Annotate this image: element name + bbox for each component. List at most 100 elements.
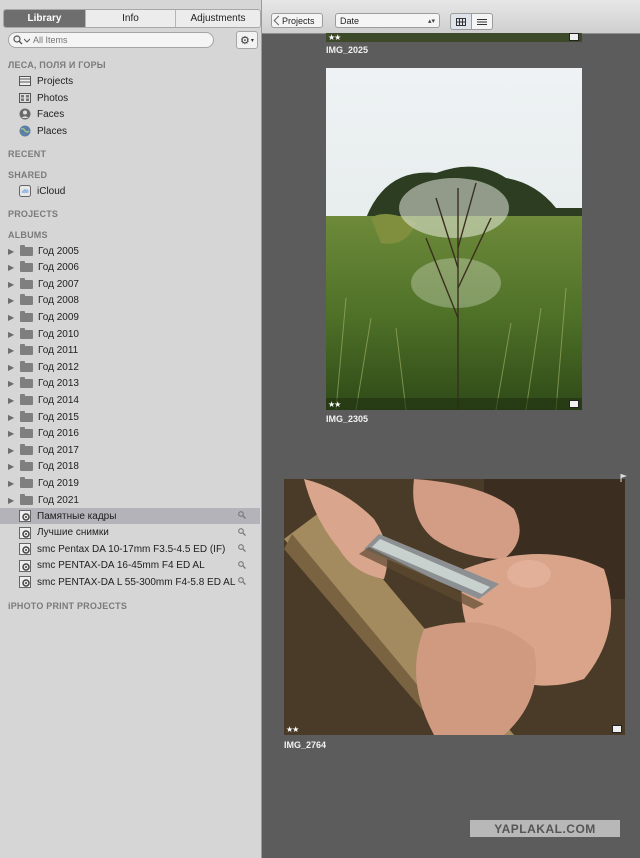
folder-icon (19, 360, 33, 373)
photo-thumbnail[interactable]: ★★ (326, 33, 582, 42)
sidebar-item-smart-album[interactable]: Памятные кадры (0, 508, 260, 524)
grid-view-button[interactable] (450, 13, 472, 30)
action-gear-button[interactable]: ⚙ ▾ (236, 31, 258, 49)
tab-adjustments[interactable]: Adjustments (176, 10, 260, 27)
folder-icon (19, 261, 33, 274)
sidebar: Library Info Adjustments ⚙▾ ЛЕСА, ПОЛЯ И… (0, 0, 267, 858)
sidebar-item-album-folder[interactable]: ▶ Год 2019 (0, 475, 260, 491)
folder-icon (19, 344, 33, 357)
back-to-projects-button[interactable]: Projects (271, 13, 323, 28)
folder-icon (19, 277, 33, 290)
folder-icon (19, 310, 33, 323)
tab-info[interactable]: Info (86, 10, 176, 27)
search-icon (238, 527, 246, 536)
sidebar-item-album-folder[interactable]: ▶ Год 2007 (0, 276, 260, 292)
shared-section-title: SHARED (8, 170, 48, 180)
projects-icon (18, 75, 32, 87)
sidebar-item-label: Год 2014 (38, 394, 79, 406)
disclosure-triangle-icon[interactable]: ▶ (8, 296, 14, 305)
sidebar-item-album-folder[interactable]: ▶ Год 2005 (0, 243, 260, 259)
smart-album-gear-icon (18, 510, 32, 522)
sidebar-item-album-folder[interactable]: ▶ Год 2016 (0, 426, 260, 442)
disclosure-triangle-icon[interactable]: ▶ (8, 313, 14, 322)
badge-icon (612, 725, 622, 733)
sidebar-item-label: smc PENTAX-DA 16-45mm F4 ED AL (37, 560, 205, 572)
smart-album-gear-icon (18, 526, 32, 539)
badge-icon (569, 33, 579, 41)
sidebar-item-album-folder[interactable]: ▶ Год 2015 (0, 409, 260, 425)
search-input[interactable] (30, 34, 203, 46)
sidebar-item-label: Год 2016 (38, 428, 79, 440)
disclosure-triangle-icon[interactable]: ▶ (8, 330, 14, 339)
sidebar-item-album-folder[interactable]: ▶ Год 2009 (0, 309, 260, 325)
list-view-button[interactable] (471, 13, 493, 30)
inspector-tabs: Library Info Adjustments (3, 9, 261, 28)
icloud-icon (18, 185, 32, 197)
sidebar-item-label: Год 2008 (38, 295, 79, 307)
chevron-down-icon: ▾ (250, 37, 254, 44)
sidebar-item-album-folder[interactable]: ▶ Год 2021 (0, 492, 260, 508)
search-row: ⚙▾ (8, 31, 258, 49)
disclosure-triangle-icon[interactable]: ▶ (8, 280, 14, 289)
sidebar-item-album-folder[interactable]: ▶ Год 2017 (0, 442, 260, 458)
sidebar-item-smart-album[interactable]: Лучшие снимки (0, 525, 260, 541)
folder-icon (19, 476, 33, 489)
disclosure-triangle-icon[interactable]: ▶ (8, 496, 14, 505)
folder-icon (19, 443, 33, 456)
sidebar-item-label: Год 2012 (38, 361, 79, 373)
sidebar-item-label: Faces (37, 108, 65, 120)
disclosure-triangle-icon[interactable]: ▶ (8, 379, 14, 388)
photos-icon (18, 92, 32, 104)
sidebar-item-places[interactable]: Places (0, 123, 260, 139)
disclosure-triangle-icon[interactable]: ▶ (8, 462, 14, 471)
smart-album-gear-icon (18, 559, 32, 572)
sidebar-item-album-folder[interactable]: ▶ Год 2014 (0, 392, 260, 408)
sidebar-item-smart-album[interactable]: smc Pentax DA 10-17mm F3.5-4.5 ED (IF) (0, 541, 260, 557)
disclosure-triangle-icon[interactable]: ▶ (8, 396, 14, 405)
sort-select[interactable]: Date ▴▾ (335, 13, 440, 28)
sidebar-item-album-folder[interactable]: ▶ Год 2018 (0, 459, 260, 475)
iphoto-print-section-title: iPHOTO PRINT PROJECTS (8, 601, 128, 611)
sidebar-item-album-folder[interactable]: ▶ Год 2010 (0, 326, 260, 342)
disclosure-triangle-icon[interactable]: ▶ (8, 263, 14, 272)
sidebar-item-album-folder[interactable]: ▶ Год 2008 (0, 293, 260, 309)
sidebar-item-album-folder[interactable]: ▶ Год 2012 (0, 359, 260, 375)
disclosure-triangle-icon[interactable]: ▶ (8, 479, 14, 488)
sidebar-item-label: Год 2021 (38, 494, 79, 506)
disclosure-triangle-icon[interactable]: ▶ (8, 413, 14, 422)
photo-thumbnail[interactable]: ★★ (284, 479, 625, 735)
folder-icon (19, 493, 33, 506)
sidebar-item-faces[interactable]: Faces (0, 106, 260, 122)
search-field[interactable] (8, 32, 214, 48)
sidebar-item-label: Год 2010 (38, 328, 79, 340)
disclosure-triangle-icon[interactable]: ▶ (8, 429, 14, 438)
disclosure-triangle-icon[interactable]: ▶ (8, 346, 14, 355)
photo-name: IMG_2305 (326, 414, 369, 424)
sidebar-item-album-folder[interactable]: ▶ Год 2013 (0, 376, 260, 392)
sidebar-item-projects[interactable]: Projects (0, 73, 260, 89)
search-icon (238, 544, 246, 553)
sidebar-item-icloud[interactable]: iCloud (0, 183, 260, 199)
tab-library[interactable]: Library (4, 10, 86, 27)
sort-select-value: Date (340, 15, 360, 26)
sidebar-item-label: Places (37, 125, 68, 137)
search-icon (238, 577, 246, 586)
sidebar-item-label: Год 2013 (38, 378, 79, 390)
sidebar-item-label: Photos (37, 92, 69, 104)
photo-thumbnail[interactable]: ★★ (326, 68, 582, 410)
photo-name: IMG_2025 (326, 45, 369, 55)
sidebar-item-album-folder[interactable]: ▶ Год 2006 (0, 260, 260, 276)
sidebar-item-smart-album[interactable]: smc PENTAX-DA L 55-300mm F4-5.8 ED AL (0, 574, 260, 590)
sidebar-item-smart-album[interactable]: smc PENTAX-DA 16-45mm F4 ED AL (0, 558, 260, 574)
flag-icon[interactable] (620, 474, 628, 482)
sidebar-item-album-folder[interactable]: ▶ Год 2011 (0, 343, 260, 359)
grid-icon (456, 17, 466, 26)
sidebar-item-photos[interactable]: Photos (0, 90, 260, 106)
list-icon (477, 18, 487, 25)
disclosure-triangle-icon[interactable]: ▶ (8, 446, 14, 455)
sidebar-item-label: Лучшие снимки (37, 527, 109, 539)
disclosure-triangle-icon[interactable]: ▶ (8, 363, 14, 372)
rating-stars: ★★ (328, 400, 341, 409)
places-icon (18, 125, 32, 137)
disclosure-triangle-icon[interactable]: ▶ (8, 247, 14, 256)
